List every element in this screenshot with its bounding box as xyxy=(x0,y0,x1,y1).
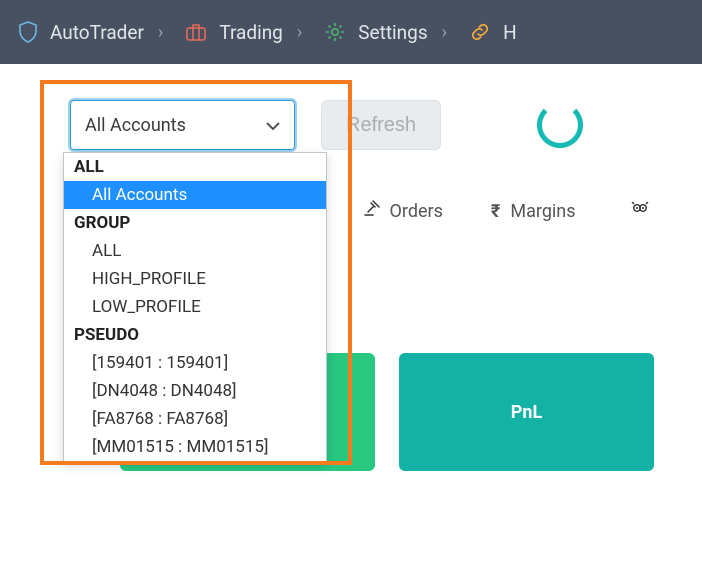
shield-icon xyxy=(18,21,38,43)
account-select-wrap: All Accounts ALL All Accounts GROUP ALL … xyxy=(70,100,295,150)
dropdown-item-pseudo-3[interactable]: [MM01515 : MM01515] xyxy=(64,433,326,461)
dropdown-group-pseudo: PSEUDO xyxy=(64,321,326,349)
tab-margins[interactable]: ₹ Margins xyxy=(491,201,576,222)
chevron-right-icon: › xyxy=(297,22,302,43)
account-select-value: All Accounts xyxy=(85,115,186,136)
chevron-right-icon: › xyxy=(158,22,163,43)
briefcase-icon xyxy=(185,22,207,42)
loading-spinner-icon xyxy=(537,102,583,148)
dropdown-item-pseudo-2[interactable]: [FA8768 : FA8768] xyxy=(64,405,326,433)
crumb-label: Trading xyxy=(219,21,283,44)
link-icon xyxy=(469,21,491,43)
page-content: All Accounts ALL All Accounts GROUP ALL … xyxy=(0,64,702,471)
dropdown-item-pseudo-1[interactable]: [DN4048 : DN4048] xyxy=(64,377,326,405)
account-select[interactable]: All Accounts xyxy=(70,100,295,150)
dropdown-group-all: ALL xyxy=(64,153,326,181)
card-pnl[interactable]: PnL xyxy=(399,353,654,471)
breadcrumb-bar: AutoTrader › Trading › Settings › H xyxy=(0,0,702,64)
crumb-settings[interactable]: Settings xyxy=(324,21,427,44)
dropdown-item-group-all[interactable]: ALL xyxy=(64,237,326,265)
crumb-label: H xyxy=(503,21,517,44)
gear-icon xyxy=(324,21,346,43)
owl-icon xyxy=(630,200,650,223)
dropdown-item-low-profile[interactable]: LOW_PROFILE xyxy=(64,293,326,321)
dropdown-item-pseudo-0[interactable]: [159401 : 159401] xyxy=(64,349,326,377)
tab-orders[interactable]: Orders xyxy=(362,200,443,223)
dropdown-item-all-accounts[interactable]: All Accounts xyxy=(64,181,326,209)
refresh-button[interactable]: Refresh xyxy=(321,100,441,150)
rupee-icon: ₹ xyxy=(491,201,500,222)
card-label: PnL xyxy=(511,402,542,423)
tab-more[interactable] xyxy=(630,200,650,223)
crumb-label: AutoTrader xyxy=(50,21,144,44)
chevron-down-icon xyxy=(266,115,280,136)
chevron-right-icon: › xyxy=(442,22,447,43)
tab-label: Orders xyxy=(390,201,443,222)
crumb-label: Settings xyxy=(358,21,427,44)
crumb-trading[interactable]: Trading xyxy=(185,21,283,44)
tab-label: Margins xyxy=(510,201,575,222)
account-dropdown: ALL All Accounts GROUP ALL HIGH_PROFILE … xyxy=(63,152,327,462)
dropdown-group-group: GROUP xyxy=(64,209,326,237)
crumb-cut[interactable]: H xyxy=(469,21,517,44)
dropdown-item-high-profile[interactable]: HIGH_PROFILE xyxy=(64,265,326,293)
controls-row: All Accounts ALL All Accounts GROUP ALL … xyxy=(0,92,702,150)
crumb-autotrader[interactable]: AutoTrader xyxy=(18,21,144,44)
gavel-icon xyxy=(362,200,380,223)
